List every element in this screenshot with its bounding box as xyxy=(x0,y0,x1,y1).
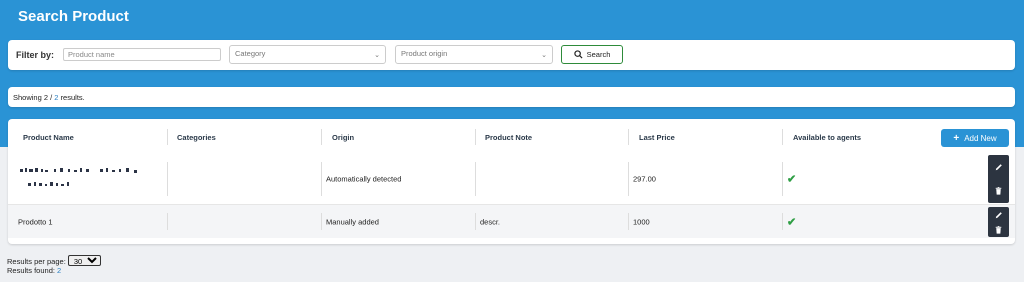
column-header-origin[interactable]: Origin xyxy=(332,133,354,142)
search-button-label: Search xyxy=(586,50,611,59)
add-new-label: Add New xyxy=(964,133,997,143)
cell-divider xyxy=(475,213,476,230)
column-header-last-price[interactable]: Last Price xyxy=(639,133,675,142)
search-icon xyxy=(573,50,583,59)
cell-divider xyxy=(475,162,476,196)
column-divider xyxy=(782,129,783,145)
results-found: Results found: 2 xyxy=(7,266,61,275)
column-header-product-name[interactable]: Product Name xyxy=(23,133,74,142)
cell-note: descr. xyxy=(480,217,501,226)
check-icon: ✔ xyxy=(787,173,797,186)
filter-bar: Filter by: Category ⌄ Product origin ⌄ S… xyxy=(8,40,1015,70)
row-actions xyxy=(988,155,1009,203)
add-new-button[interactable]: + Add New xyxy=(941,129,1009,147)
cell-divider xyxy=(782,213,783,230)
cell-divider xyxy=(167,213,168,230)
column-divider xyxy=(475,129,476,145)
cell-product-name: Prodotto 1 xyxy=(18,217,53,226)
origin-select[interactable]: Product origin ⌄ xyxy=(395,45,553,64)
per-page-label: Results per page: xyxy=(7,257,66,266)
column-header-categories[interactable]: Categories xyxy=(177,133,216,142)
cell-origin: Automatically detected xyxy=(326,174,402,184)
search-button[interactable]: Search xyxy=(561,45,623,64)
cell-divider xyxy=(628,162,629,196)
check-icon: ✔ xyxy=(787,216,797,228)
results-prefix: Showing 2 / xyxy=(13,93,53,102)
product-name-input[interactable] xyxy=(63,48,221,61)
cell-origin: Manually added xyxy=(326,217,379,226)
chevron-down-icon: ⌄ xyxy=(374,52,380,59)
pencil-icon[interactable] xyxy=(993,209,1005,221)
filter-label: Filter by: xyxy=(16,50,55,60)
per-page-select[interactable]: 30 xyxy=(67,255,101,266)
results-found-label: Results found: xyxy=(7,266,55,275)
results-total-link[interactable]: 2 xyxy=(54,93,58,102)
obscured-product-name xyxy=(20,168,137,186)
results-found-value: 2 xyxy=(57,266,62,275)
page-title: Search Product xyxy=(18,8,129,25)
product-table: Product Name Categories Origin Product N… xyxy=(8,119,1015,244)
column-header-available[interactable]: Available to agents xyxy=(793,133,861,142)
column-divider xyxy=(167,129,168,145)
category-select[interactable]: Category ⌄ xyxy=(229,45,386,64)
cell-divider xyxy=(321,162,322,196)
cell-divider xyxy=(782,162,783,196)
category-select-value: Category xyxy=(235,49,266,58)
column-divider xyxy=(628,129,629,145)
trash-icon[interactable] xyxy=(993,185,1005,197)
table-row[interactable]: Automatically detected 297.00 ✔ xyxy=(8,154,1015,204)
cell-divider xyxy=(167,162,168,196)
table-row[interactable]: Prodotto 1 Manually added descr. 1000 ✔ xyxy=(8,204,1015,238)
chevron-down-icon: ⌄ xyxy=(541,52,547,59)
cell-price: 1000 xyxy=(633,217,650,226)
cell-price: 297.00 xyxy=(633,174,656,184)
pencil-icon[interactable] xyxy=(993,161,1005,173)
plus-icon: + xyxy=(953,132,960,144)
cell-divider xyxy=(628,213,629,230)
table-header: Product Name Categories Origin Product N… xyxy=(8,119,1015,154)
column-divider xyxy=(321,129,322,145)
per-page-control: Results per page: 30 xyxy=(7,255,101,266)
row-actions xyxy=(988,207,1009,237)
results-summary: Showing 2 / 2 results. xyxy=(8,87,1015,107)
column-header-product-note[interactable]: Product Note xyxy=(485,133,532,142)
origin-select-value: Product origin xyxy=(401,49,448,58)
trash-icon[interactable] xyxy=(993,224,1005,236)
results-suffix: results. xyxy=(60,93,85,102)
cell-divider xyxy=(321,213,322,230)
